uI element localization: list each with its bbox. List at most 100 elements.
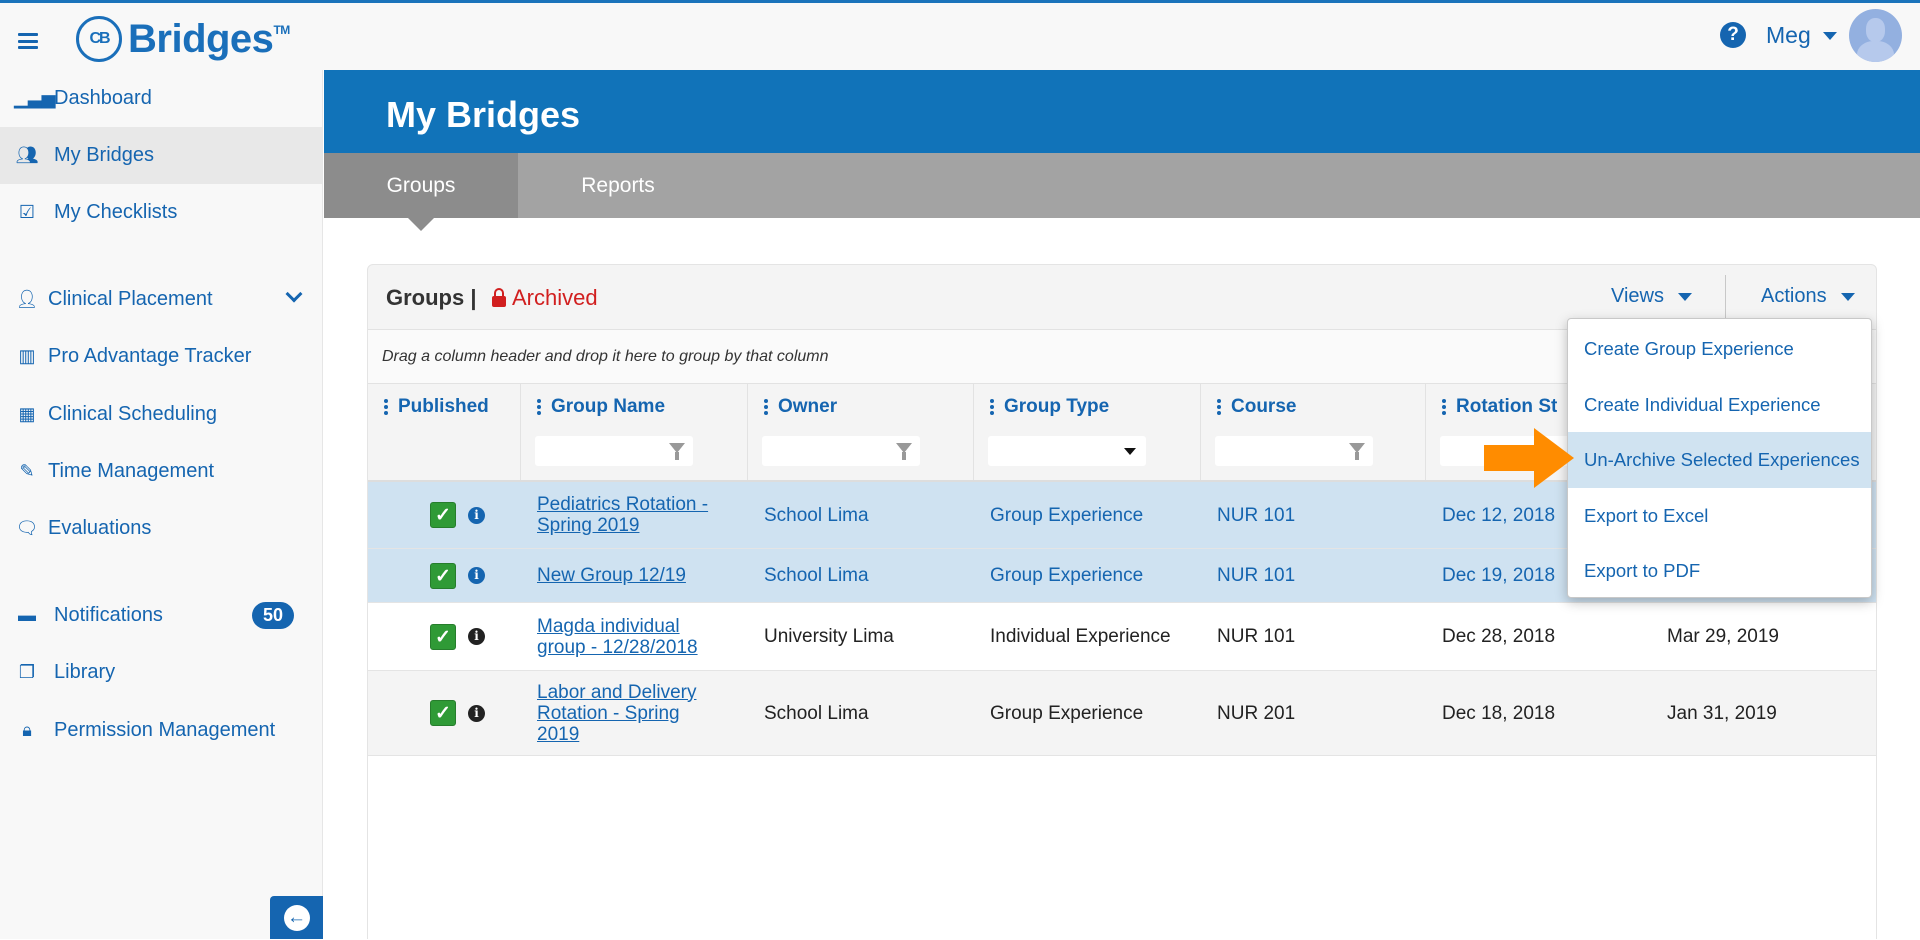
collapse-sidebar-button[interactable]: ← [270, 896, 323, 939]
group-name-link[interactable]: Magda individual group - 12/28/2018 [537, 616, 727, 658]
table-row[interactable]: ✓ i Labor and Delivery Rotation - Spring 2… [368, 671, 1876, 756]
end-text: Jan 31, 2019 [1667, 702, 1777, 724]
type-text: Group Experience [990, 702, 1144, 724]
column-menu-icon [384, 397, 388, 417]
page-banner: My Bridges [324, 70, 1920, 153]
filter-icon [896, 443, 912, 460]
lock-icon [492, 287, 506, 307]
panel-title: Groups | [386, 285, 477, 310]
sidebar-item-clinical-scheduling[interactable]: ▦ Clinical Scheduling [0, 386, 322, 443]
chevron-down-icon[interactable] [285, 285, 303, 303]
bar-chart-icon: ▁▃▅ [14, 88, 56, 108]
caret-down-icon [1124, 448, 1136, 455]
group-name-filter[interactable] [535, 436, 693, 466]
group-name-link[interactable]: Labor and Delivery Rotation - Spring 201… [537, 682, 727, 745]
sidebar-item-evaluations[interactable]: 🗨︎ Evaluations [0, 500, 322, 557]
group-name-link[interactable]: New Group 12/19 [537, 565, 686, 586]
user-menu[interactable]: Meg [1766, 22, 1837, 49]
owner-cell: School Lima [764, 549, 979, 602]
sidebar-item-pro-advantage-tracker[interactable]: ▥ Pro Advantage Tracker [0, 328, 322, 385]
sidebar-item-dashboard[interactable]: ▁▃▅ Dashboard [0, 70, 322, 127]
hamburger-icon[interactable] [18, 33, 38, 49]
info-icon[interactable]: i [468, 567, 485, 584]
arrow-left-circle-icon: ← [283, 904, 310, 931]
sidebar-item-time-management[interactable]: ✎ Time Management [0, 443, 322, 500]
published-checkbox[interactable]: ✓ [430, 623, 456, 650]
filter-icon [669, 443, 685, 460]
info-icon[interactable]: i [468, 506, 485, 524]
published-checkbox[interactable]: ✓ [430, 700, 456, 726]
menu-item-create-individual-experience[interactable]: Create Individual Experience [1568, 377, 1871, 433]
users-icon: 👥︎ [15, 145, 39, 165]
published-checkbox[interactable]: ✓ [430, 562, 456, 589]
logo-mark: CB [76, 16, 122, 62]
map-icon: ▥ [18, 346, 36, 366]
type-cell: Group Experience [990, 482, 1205, 548]
caret-down-icon [1822, 31, 1837, 40]
menu-item-export-excel[interactable]: Export to Excel [1568, 488, 1871, 544]
actions-menu: Create Group Experience Create Individua… [1567, 318, 1872, 598]
end-cell: Mar 29, 2019 [1667, 603, 1882, 670]
course-text: NUR 201 [1217, 702, 1296, 724]
start-text: Dec 18, 2018 [1442, 702, 1556, 724]
column-header-course[interactable]: Course [1201, 384, 1426, 480]
info-icon[interactable]: i [468, 628, 485, 645]
course-filter[interactable] [1215, 436, 1373, 466]
sidebar-item-my-bridges[interactable]: 👥︎ My Bridges [0, 127, 322, 184]
menu-item-unarchive-selected[interactable]: Un-Archive Selected Experiences [1568, 432, 1871, 488]
owner-text: School Lima [764, 565, 869, 586]
menu-item-create-group-experience[interactable]: Create Group Experience [1568, 321, 1871, 377]
name-cell: Pediatrics Rotation - Spring 2019 [537, 482, 727, 548]
type-cell: Individual Experience [990, 603, 1205, 670]
course-cell: NUR 201 [1217, 671, 1432, 755]
column-menu-icon [537, 397, 541, 417]
published-cell: ✓ i [430, 549, 485, 602]
info-icon[interactable]: i [468, 704, 485, 722]
course-text: NUR 101 [1217, 626, 1296, 647]
check-square-icon: ☑ [18, 202, 36, 222]
bridges-logo[interactable]: CB BridgesTM [76, 16, 290, 62]
name-cell: New Group 12/19 [537, 549, 727, 602]
menu-item-export-pdf[interactable]: Export to PDF [1568, 543, 1871, 599]
column-header-owner[interactable]: Owner [748, 384, 974, 480]
column-menu-icon [1442, 397, 1446, 417]
tab-reports[interactable]: Reports [518, 153, 718, 218]
start-cell: Dec 28, 2018 [1442, 603, 1657, 670]
column-menu-icon [764, 397, 768, 417]
copy-icon: ❐ [18, 662, 36, 682]
sidebar-item-permission-management[interactable]: 🔒︎ Permission Management [0, 702, 322, 759]
views-dropdown[interactable]: Views [1611, 285, 1692, 308]
sidebar-item-clinical-placement[interactable]: 👤︎ Clinical Placement [0, 271, 322, 328]
avatar[interactable] [1849, 9, 1902, 62]
user-name: Meg [1766, 22, 1811, 48]
owner-cell: School Lima [764, 671, 979, 755]
sidebar-item-notifications[interactable]: ▬ Notifications 50 [0, 587, 322, 644]
table-row[interactable]: ✓ i Magda individual group - 12/28/2018 Uni… [368, 603, 1876, 671]
page-title: My Bridges [386, 94, 581, 135]
published-checkbox[interactable]: ✓ [430, 502, 456, 528]
tab-groups[interactable]: Groups [324, 153, 518, 231]
owner-text: University Lima [764, 626, 894, 647]
course-cell: NUR 101 [1217, 482, 1432, 548]
app-header: CB BridgesTM [0, 3, 1920, 70]
actions-dropdown[interactable]: Actions [1761, 285, 1855, 308]
column-menu-icon [990, 397, 994, 417]
type-text: Group Experience [990, 565, 1144, 586]
question-circle-icon[interactable]: ? [1720, 22, 1746, 48]
type-cell: Group Experience [990, 671, 1205, 755]
filter-icon [1349, 443, 1365, 460]
sidebar-item-my-checklists[interactable]: ☑ My Checklists [0, 184, 322, 241]
sidebar-item-library[interactable]: ❐ Library [0, 644, 322, 701]
type-text: Group Experience [990, 504, 1144, 526]
page-tabs: Groups Reports [324, 153, 1920, 231]
group-name-link[interactable]: Pediatrics Rotation - Spring 2019 [537, 494, 727, 536]
comments-icon: 🗨︎ [15, 518, 39, 538]
column-header-group-name[interactable]: Group Name [521, 384, 748, 480]
notification-count-badge: 50 [252, 602, 294, 629]
owner-filter[interactable] [762, 436, 920, 466]
column-header-published[interactable]: Published [368, 384, 521, 480]
start-cell: Dec 18, 2018 [1442, 671, 1657, 755]
column-header-group-type[interactable]: Group Type [974, 384, 1201, 480]
group-type-filter-select[interactable] [988, 436, 1146, 466]
owner-cell: University Lima [764, 603, 979, 670]
